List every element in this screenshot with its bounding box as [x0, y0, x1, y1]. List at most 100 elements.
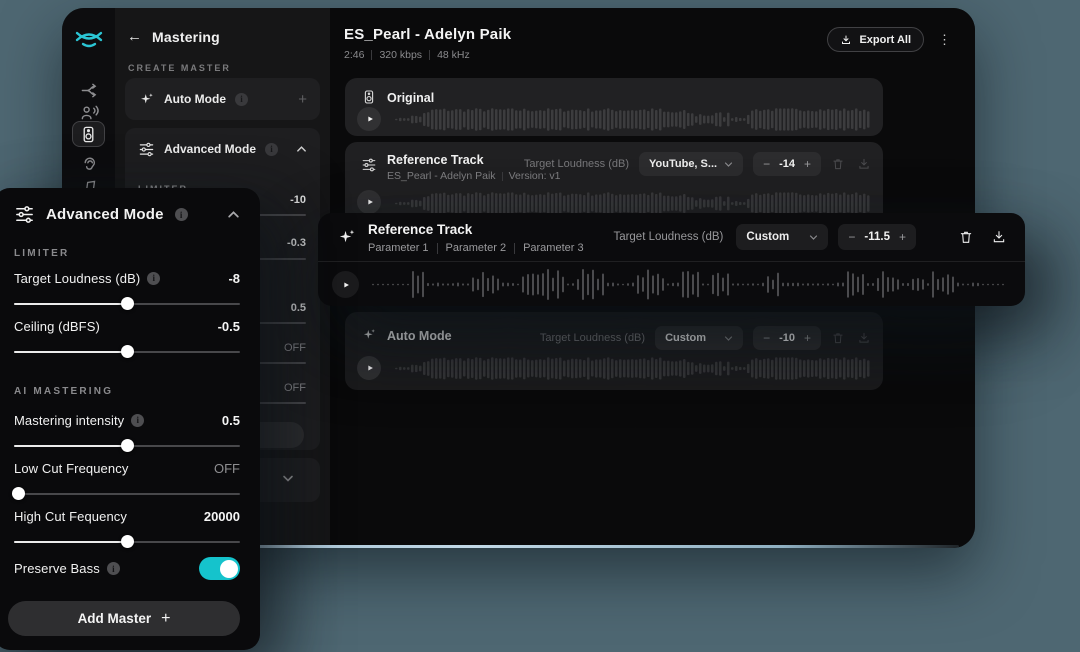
slider-thumb[interactable] [121, 439, 134, 452]
high-cut-frequency-slider[interactable] [14, 535, 240, 548]
duration: 2:46 [344, 49, 364, 61]
advanced-mode-overlay-panel: Advanced Mode i LIMITER Target Loudness … [0, 188, 260, 650]
speaker-icon[interactable] [72, 121, 105, 147]
sparkle-icon [361, 327, 377, 343]
auto-mode-track-row: Auto Mode Target Loudness (dB) Custom − … [345, 312, 883, 390]
chevron-up-icon[interactable] [296, 145, 307, 153]
loudness-stepper[interactable]: − -10 + [753, 326, 821, 350]
play-icon [365, 363, 375, 373]
original-track-row: Original [345, 78, 883, 136]
toggle-knob [220, 560, 238, 578]
app-logo-icon[interactable] [75, 26, 103, 50]
slider-value: -8 [228, 271, 240, 286]
waveform[interactable] [372, 269, 1007, 300]
slider-label: Mastering intensity [14, 413, 124, 428]
parameter-2[interactable]: Parameter 2 [446, 242, 507, 254]
slider-label: Target Loudness (dB) [14, 271, 140, 286]
mastering-intensity-slider[interactable] [14, 439, 240, 452]
play-button[interactable] [357, 107, 381, 131]
info-icon[interactable]: i [175, 208, 188, 221]
card-title: Reference Track [368, 222, 472, 237]
info-icon[interactable]: i [235, 93, 248, 106]
sliders-icon [138, 141, 155, 158]
ear-icon[interactable] [78, 154, 100, 174]
ceiling-slider[interactable] [14, 345, 240, 358]
info-icon[interactable]: i [131, 414, 144, 427]
loudness-label: Target Loudness (dB) [540, 332, 645, 344]
slider-row-low-cut: Low Cut Frequency OFF [14, 458, 240, 502]
waveform[interactable] [395, 357, 871, 380]
slider-row-target-loudness: Target Loudness (dB) i -8 [14, 268, 240, 312]
info-icon[interactable]: i [265, 143, 278, 156]
add-master-button[interactable]: Add Master + [8, 601, 240, 636]
auto-mode-card[interactable]: Auto Mode i + [125, 78, 320, 120]
slider-thumb[interactable] [121, 535, 134, 548]
slider-label: High Cut Fequency [14, 509, 127, 524]
preset-dropdown[interactable]: Custom [736, 224, 828, 250]
track-title: Reference Track [387, 153, 484, 167]
waveform[interactable] [395, 108, 871, 131]
minus-button[interactable]: − [763, 158, 770, 170]
create-master-section-label: CREATE MASTER [128, 63, 231, 73]
card-parameters: Parameter 1 Parameter 2 Parameter 3 [368, 242, 584, 254]
song-meta: 2:46 320 kbps 48 kHz [344, 49, 470, 61]
song-title: ES_Pearl - Adelyn Paik [344, 26, 511, 43]
parameter-3[interactable]: Parameter 3 [523, 242, 584, 254]
peek-value: 0.5 [291, 302, 306, 314]
preserve-bass-toggle[interactable] [199, 557, 240, 580]
slider-label: Low Cut Frequency [14, 461, 128, 476]
peek-value: OFF [284, 382, 306, 394]
app-background: ← Mastering CREATE MASTER Auto Mode i + [0, 0, 1080, 652]
trash-icon[interactable] [831, 157, 845, 171]
download-icon [840, 34, 852, 46]
minus-button[interactable]: − [763, 332, 770, 344]
plus-button[interactable]: + [804, 158, 811, 170]
trash-icon[interactable] [958, 229, 974, 245]
slider-thumb[interactable] [121, 297, 134, 310]
parameter-1[interactable]: Parameter 1 [368, 242, 429, 254]
download-icon[interactable] [857, 331, 871, 345]
plus-button[interactable]: + [899, 231, 906, 243]
info-icon[interactable]: i [147, 272, 160, 285]
back-arrow-icon[interactable]: ← [127, 28, 142, 45]
artist-voice-icon[interactable] [78, 102, 100, 122]
panel-title: Advanced Mode [46, 206, 164, 223]
target-loudness-slider[interactable] [14, 297, 240, 310]
slider-thumb[interactable] [121, 345, 134, 358]
loudness-stepper[interactable]: − -14 + [753, 152, 821, 176]
export-all-button[interactable]: Export All [827, 27, 924, 52]
add-auto-mode-button[interactable]: + [298, 91, 307, 108]
download-icon[interactable] [857, 157, 871, 171]
chevron-down-icon[interactable] [282, 474, 294, 483]
route-icon[interactable] [78, 80, 100, 100]
play-button[interactable] [357, 190, 381, 214]
track-title: Auto Mode [387, 329, 452, 343]
chevron-up-icon[interactable] [227, 210, 240, 219]
ai-mastering-section-label: AI MASTERING [14, 386, 113, 397]
plus-button[interactable]: + [804, 332, 811, 344]
bitrate: 320 kbps [379, 49, 422, 61]
preset-dropdown[interactable]: YouTube, S... [639, 152, 743, 176]
waveform[interactable] [395, 192, 871, 215]
download-icon[interactable] [991, 229, 1007, 245]
auto-mode-label: Auto Mode [164, 92, 226, 106]
preserve-bass-label: Preserve Bass [14, 561, 100, 576]
kebab-menu-icon[interactable]: ⋮ [938, 33, 951, 46]
slider-row-ceiling: Ceiling (dBFS) -0.5 [14, 316, 240, 360]
trash-icon[interactable] [831, 331, 845, 345]
slider-row-high-cut: High Cut Fequency 20000 [14, 506, 240, 550]
advanced-mode-label: Advanced Mode [164, 142, 256, 156]
play-button[interactable] [332, 271, 359, 298]
sliders-icon [14, 204, 35, 225]
info-icon[interactable]: i [107, 562, 120, 575]
preset-dropdown[interactable]: Custom [655, 326, 743, 350]
minus-button[interactable]: − [848, 231, 855, 243]
slider-thumb[interactable] [12, 487, 25, 500]
loudness-label: Target Loudness (dB) [613, 231, 723, 243]
play-button[interactable] [357, 356, 381, 380]
slider-row-mastering-intensity: Mastering intensity i 0.5 [14, 410, 240, 454]
sliders-icon [361, 157, 377, 173]
low-cut-frequency-slider[interactable] [14, 487, 240, 500]
loudness-stepper[interactable]: − -11.5 + [838, 224, 916, 250]
sparkle-icon [336, 227, 357, 248]
